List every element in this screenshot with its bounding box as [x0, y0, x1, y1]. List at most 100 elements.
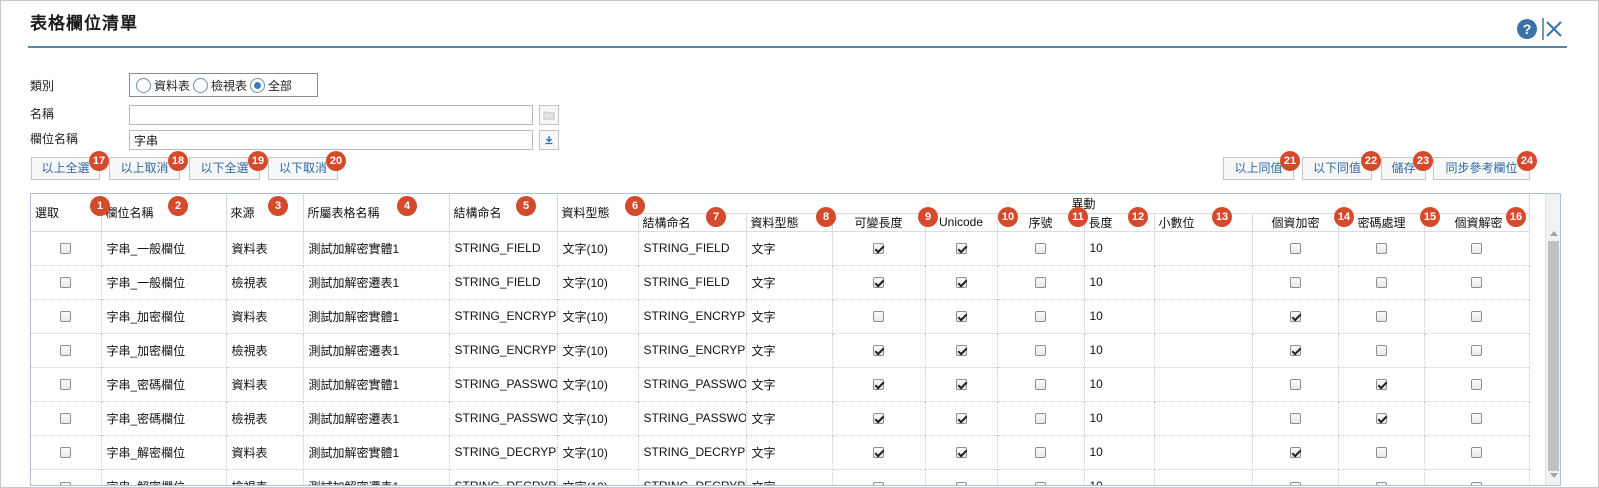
checkbox[interactable] — [873, 311, 884, 323]
checkbox[interactable] — [955, 379, 967, 391]
checkbox[interactable] — [955, 481, 967, 485]
struct-name-cell: STRING_FIELD — [449, 230, 558, 265]
col-header: 小數位 — [1154, 212, 1253, 231]
checkbox[interactable] — [1471, 345, 1482, 357]
checkbox[interactable] — [873, 277, 884, 289]
checkbox[interactable] — [1289, 413, 1301, 425]
field-name-input[interactable] — [129, 130, 533, 150]
checkbox[interactable] — [1035, 481, 1046, 485]
checkbox[interactable] — [1375, 413, 1387, 425]
table-row[interactable]: 字串_加密欄位 檢視表 測試加解密遷表1 STRING_ENCRYPT 文字(10) ST… — [31, 332, 1530, 367]
checkbox-cell — [925, 230, 998, 265]
checkbox[interactable] — [60, 379, 72, 391]
checkbox[interactable] — [1471, 277, 1482, 289]
sync-reference-button[interactable]: 同步參考欄位 — [1433, 157, 1530, 180]
checkbox-cell — [1252, 468, 1339, 485]
table-row[interactable]: 字串_加密欄位 資料表 測試加解密實體1 STRING_ENCRYPT 文字(10) ST… — [31, 298, 1530, 333]
checkbox[interactable] — [1289, 481, 1301, 485]
category-option-view[interactable]: 檢視表 — [193, 77, 247, 94]
source-cell: 檢視表 — [226, 264, 304, 299]
new-data-type-cell: 文字 — [746, 298, 833, 333]
category-option-all[interactable]: 全部 — [250, 77, 292, 94]
checkbox[interactable] — [1035, 277, 1046, 289]
table-row[interactable]: 字串_解密欄位 資料表 測試加解密實體1 STRING_DECRYPT 文字(10) ST… — [31, 434, 1530, 469]
checkbox[interactable] — [1035, 243, 1046, 255]
field-name-cell: 字串_解密欄位 — [101, 434, 227, 469]
radio-button[interactable] — [193, 77, 209, 93]
checkbox[interactable] — [1471, 311, 1482, 323]
table-row[interactable]: 字串_解密欄位檢視表測試加解密遷表1STRING_DECRYPT文字(10)ST… — [31, 468, 1530, 485]
length-cell: 10 — [1084, 332, 1155, 367]
checkbox[interactable] — [873, 243, 884, 255]
checkbox[interactable] — [873, 345, 884, 357]
table-row[interactable]: 字串_一般欄位 資料表 測試加解密實體1 STRING_FIELD 文字(10) STRI… — [31, 230, 1530, 265]
scroll-thumb[interactable] — [1548, 241, 1559, 471]
checkbox[interactable] — [1471, 379, 1482, 391]
checkbox[interactable] — [1035, 447, 1046, 459]
checkbox[interactable] — [1289, 447, 1301, 459]
checkbox[interactable] — [1375, 277, 1387, 289]
checkbox[interactable] — [873, 481, 884, 485]
checkbox-cell — [832, 366, 926, 401]
checkbox[interactable] — [60, 243, 72, 255]
table-row[interactable]: 字串_一般欄位 檢視表 測試加解密遷表1 STRING_FIELD 文字(10) STRI… — [31, 264, 1530, 299]
checkbox[interactable] — [1289, 243, 1301, 255]
checkbox[interactable] — [60, 447, 72, 459]
checkbox[interactable] — [955, 345, 967, 357]
checkbox[interactable] — [1035, 345, 1046, 357]
badge: 3 — [268, 196, 288, 216]
checkbox[interactable] — [1471, 447, 1482, 459]
new-struct-name-cell: STRING_ENCRYPT — [638, 332, 747, 367]
checkbox[interactable] — [1035, 379, 1046, 391]
checkbox[interactable] — [60, 345, 72, 357]
name-input[interactable] — [129, 105, 533, 125]
help-icon[interactable]: ? — [1517, 19, 1537, 39]
checkbox[interactable] — [955, 311, 967, 323]
data-type-cell: 文字(10) — [557, 332, 639, 367]
radio-button[interactable] — [250, 77, 266, 93]
scroll-down-arrow[interactable] — [1550, 473, 1558, 478]
checkbox[interactable] — [1375, 345, 1387, 357]
radio-label: 檢視表 — [211, 78, 248, 93]
checkbox[interactable] — [873, 413, 884, 425]
checkbox[interactable] — [873, 447, 884, 459]
checkbox[interactable] — [1375, 481, 1387, 485]
checkbox[interactable] — [1375, 447, 1387, 459]
checkbox[interactable] — [873, 379, 884, 391]
checkbox[interactable] — [60, 277, 72, 289]
checkbox-cell — [925, 400, 998, 435]
checkbox[interactable] — [60, 481, 72, 485]
checkbox[interactable] — [60, 311, 72, 323]
checkbox[interactable] — [1035, 413, 1046, 425]
checkbox[interactable] — [1471, 413, 1482, 425]
checkbox-cell — [1424, 400, 1530, 435]
checkbox[interactable] — [1375, 311, 1387, 323]
checkbox[interactable] — [1289, 277, 1301, 289]
table-row[interactable]: 字串_密碼欄位檢視表測試加解密遷表1STRING_PASSWORD文字(10)S… — [31, 400, 1530, 435]
grid-scrollbar[interactable] — [1545, 194, 1560, 485]
checkbox[interactable] — [955, 277, 967, 289]
scroll-up-arrow[interactable] — [1550, 231, 1558, 236]
close-icon[interactable] — [1542, 17, 1564, 41]
checkbox[interactable] — [955, 447, 967, 459]
checkbox[interactable] — [1289, 311, 1301, 323]
checkbox-cell — [1338, 230, 1425, 265]
badge: 17 — [89, 151, 109, 171]
name-browse-button[interactable] — [539, 105, 559, 125]
checkbox[interactable] — [1035, 311, 1046, 323]
field-name-download-button[interactable] — [539, 130, 559, 150]
checkbox[interactable] — [1471, 481, 1482, 485]
table-row[interactable]: 字串_密碼欄位資料表測試加解密實體1STRING_PASSWORD文字(10)S… — [31, 366, 1530, 401]
checkbox[interactable] — [955, 413, 967, 425]
checkbox[interactable] — [1375, 243, 1387, 255]
checkbox[interactable] — [1289, 379, 1301, 391]
checkbox[interactable] — [1375, 379, 1387, 391]
checkbox-cell — [31, 298, 102, 333]
struct-name-cell: STRING_ENCRYPT — [449, 332, 558, 367]
checkbox[interactable] — [1471, 243, 1482, 255]
checkbox[interactable] — [60, 413, 72, 425]
checkbox[interactable] — [1289, 345, 1301, 357]
radio-button[interactable] — [136, 77, 151, 93]
category-option-table[interactable]: 資料表 — [136, 77, 190, 94]
checkbox[interactable] — [955, 243, 967, 255]
